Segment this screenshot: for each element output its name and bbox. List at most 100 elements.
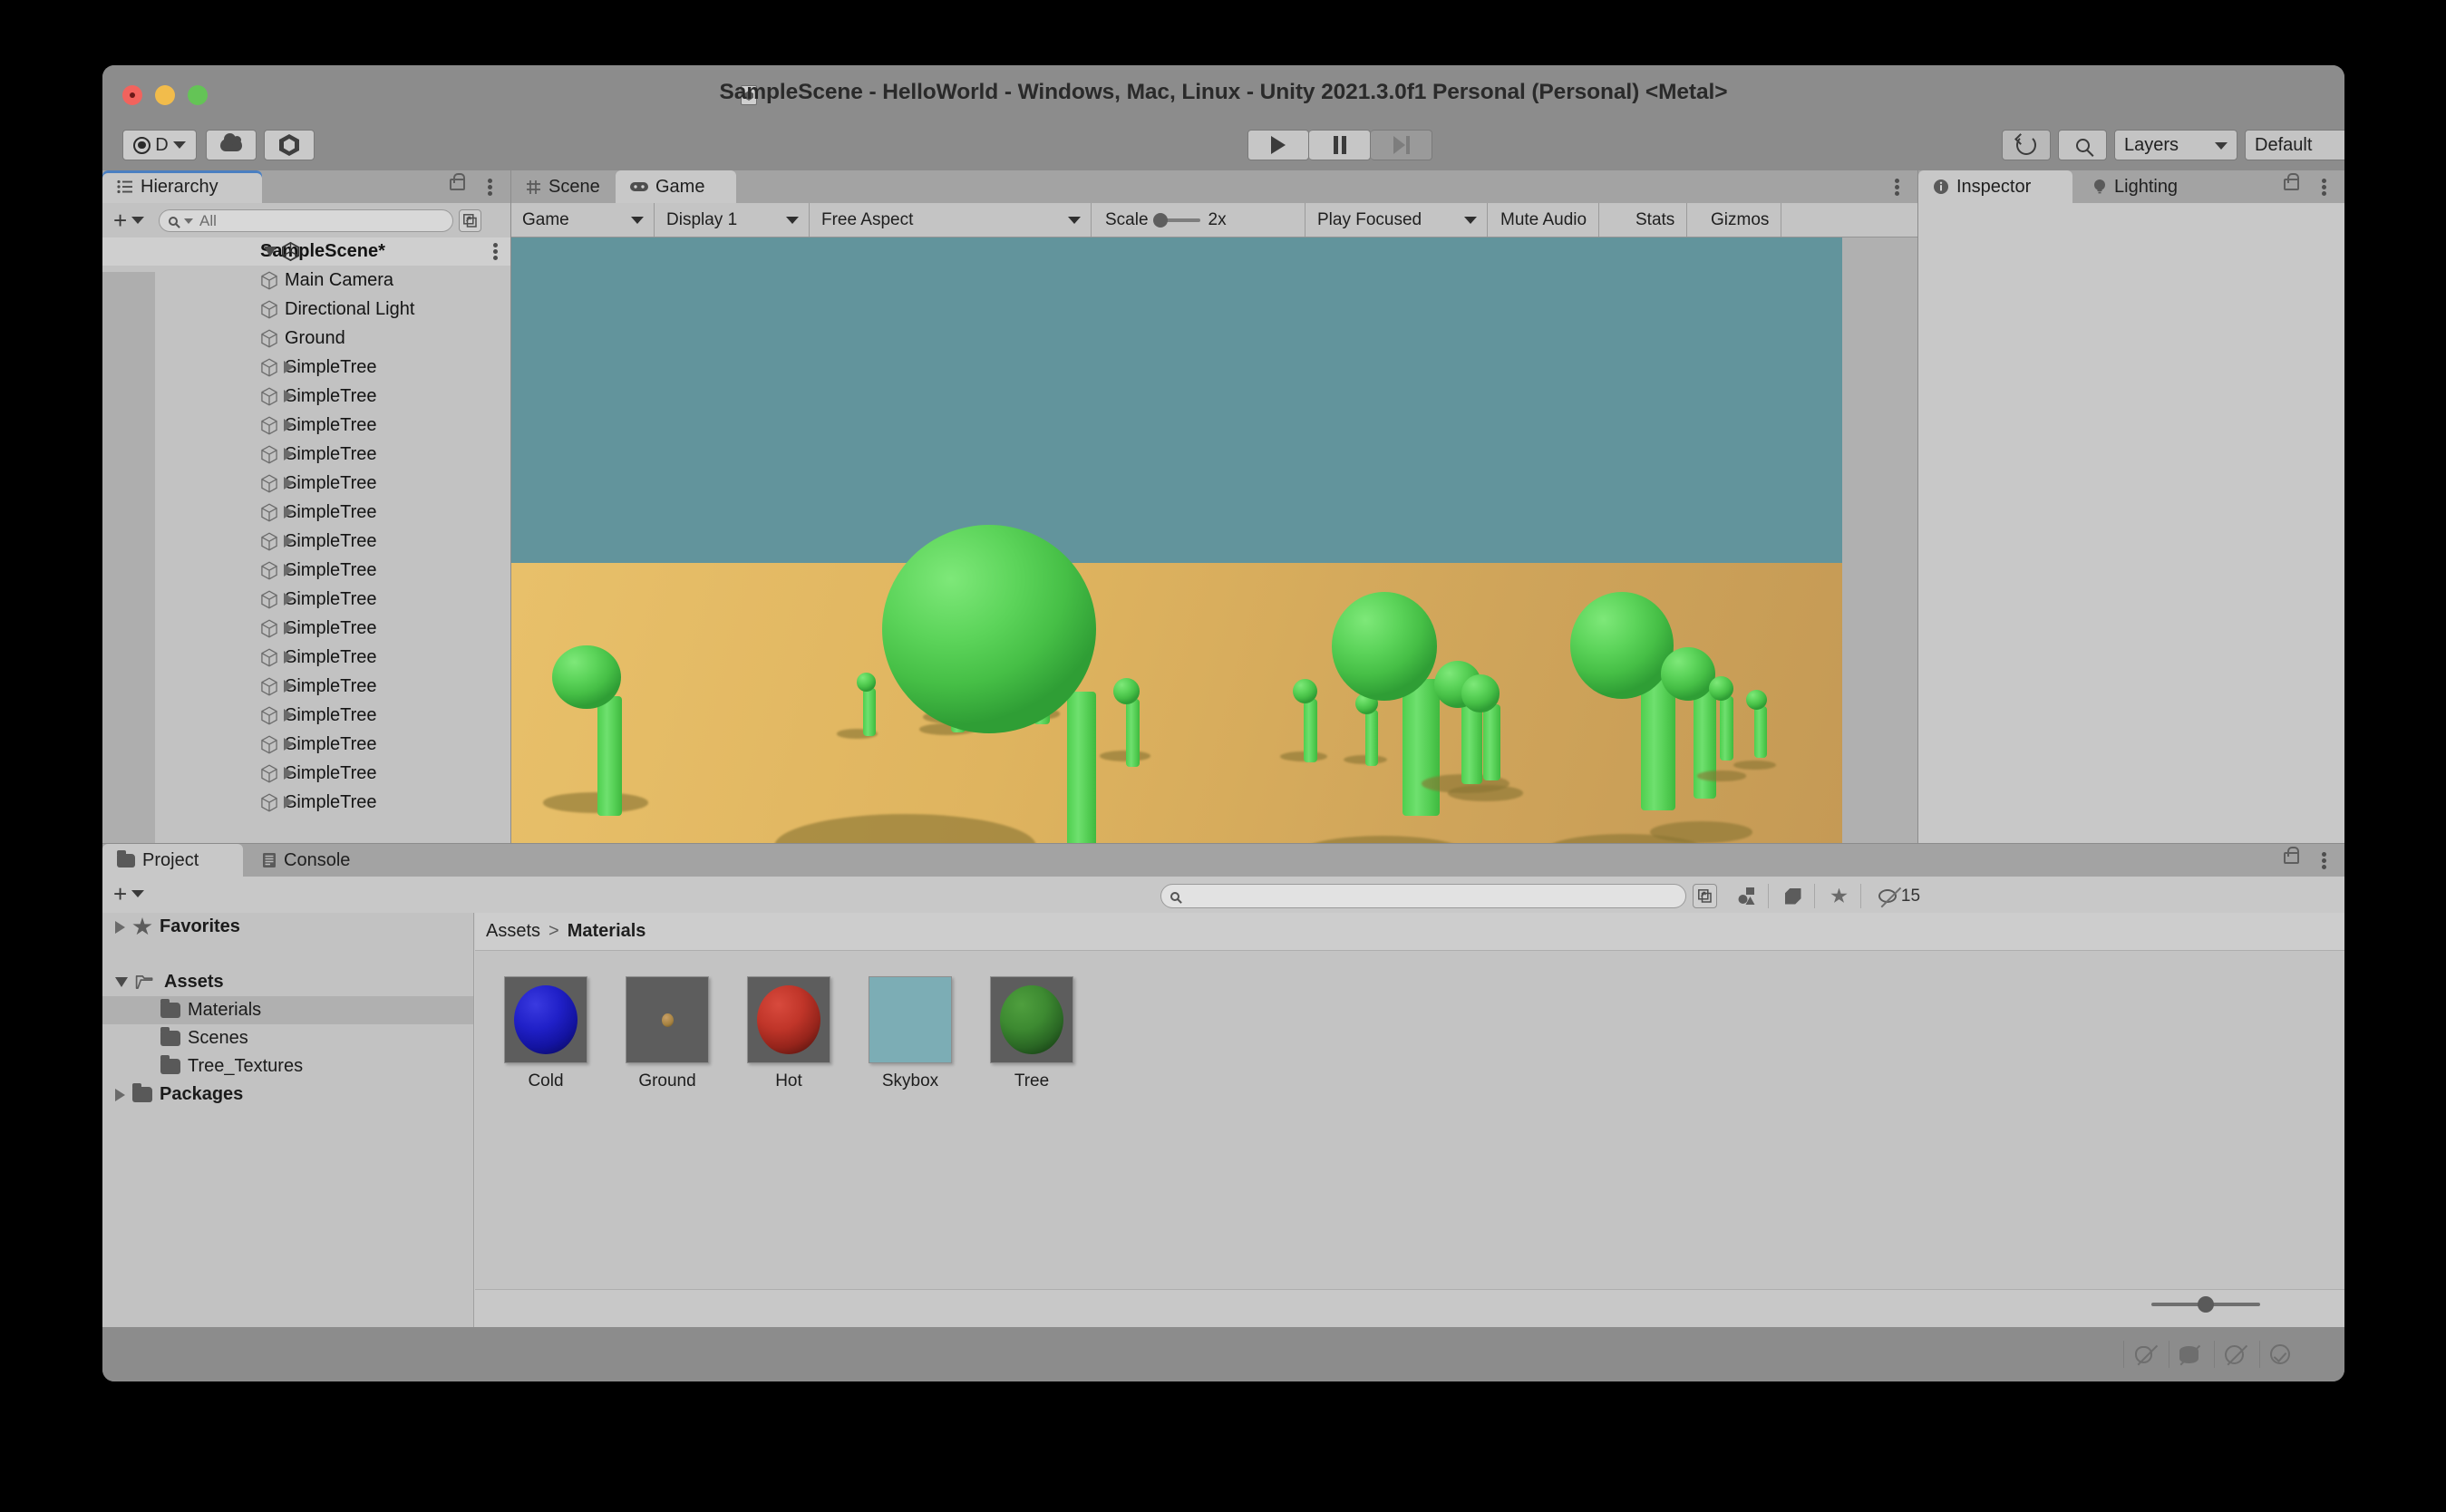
chevron-right-icon[interactable] [284,477,294,489]
hierarchy-item-simpletree[interactable]: SimpleTree [102,353,510,382]
hierarchy-item-simpletree[interactable]: SimpleTree [102,788,510,817]
hierarchy-item-simpletree[interactable]: SimpleTree [102,614,510,643]
account-button[interactable]: D [122,130,197,160]
hierarchy-item-simpletree[interactable]: SimpleTree [102,556,510,585]
project-tree-item-packages[interactable]: Packages [102,1081,473,1109]
hierarchy-search-input[interactable]: All [159,209,453,232]
tab-lighting[interactable]: Lighting [2078,170,2218,203]
hierarchy-search-expand-button[interactable] [459,209,481,232]
asset-item[interactable]: Skybox [861,976,959,1289]
tab-game[interactable]: Game [616,170,736,203]
status-ok-button[interactable] [2259,1341,2299,1368]
chevron-right-icon[interactable] [284,419,294,431]
cloud-button[interactable] [206,130,257,160]
kebab-menu-icon[interactable] [1895,179,1899,196]
stats-button[interactable]: Stats [1624,203,1688,237]
scale-slider-track[interactable] [1152,212,1200,228]
tab-project[interactable]: Project [102,844,243,877]
pause-button[interactable] [1309,130,1371,160]
chevron-right-icon[interactable] [284,680,294,693]
asset-thumbnail-frame[interactable] [747,976,830,1063]
asset-thumbnail-frame[interactable] [504,976,587,1063]
asset-thumbnail-frame[interactable] [990,976,1073,1063]
lock-icon[interactable] [2284,173,2299,190]
scale-slider-knob[interactable] [1152,212,1168,228]
filter-favorites-button[interactable] [1818,884,1861,908]
asset-item[interactable]: Hot [740,976,838,1289]
hierarchy-item-main-camera[interactable]: Main Camera [102,266,510,295]
asset-zoom-knob[interactable] [2198,1296,2214,1313]
asset-item[interactable]: Tree [983,976,1081,1289]
game-viewmode-dropdown[interactable]: Game [511,203,655,237]
layers-dropdown[interactable]: Layers [2114,130,2237,160]
chevron-right-icon[interactable] [284,535,294,548]
breadcrumb-root[interactable]: Assets [486,921,540,942]
asset-grid[interactable]: Cold Ground Hot Skybox Tree [475,952,2344,1289]
hierarchy-item-simpletree[interactable]: SimpleTree [102,440,510,469]
step-button[interactable] [1371,130,1432,160]
chevron-down-icon[interactable] [264,247,277,257]
hidden-assets-indicator[interactable]: 15 [1864,884,1935,908]
game-playmode-dropdown[interactable]: Play Focused [1306,203,1488,237]
chevron-right-icon[interactable] [284,767,294,780]
game-display-dropdown[interactable]: Display 1 [655,203,810,237]
kebab-menu-icon[interactable] [488,179,492,196]
hierarchy-list[interactable]: SampleScene* Main Camera Directional Ligh… [102,237,510,843]
project-add-button[interactable]: + [113,882,145,906]
project-tree-item-favorites[interactable]: Favorites [102,913,473,941]
hierarchy-item-simpletree[interactable]: SimpleTree [102,730,510,759]
kebab-menu-icon[interactable] [2322,179,2326,196]
global-search-button[interactable] [2058,130,2107,160]
project-search-expand-button[interactable] [1693,884,1717,908]
chevron-right-icon[interactable] [284,738,294,751]
project-tree-item-materials[interactable]: Materials [102,996,473,1024]
project-folder-tree[interactable]: Favorites Assets Materials Scenes Tree_Textu… [102,913,474,1327]
asset-thumbnail-frame[interactable] [626,976,709,1063]
filter-by-type-button[interactable] [1725,884,1769,908]
hierarchy-item-simpletree[interactable]: SimpleTree [102,382,510,411]
hierarchy-item-simpletree[interactable]: SimpleTree [102,643,510,672]
chevron-right-icon[interactable] [284,390,294,402]
hierarchy-item-simpletree[interactable]: SimpleTree [102,527,510,556]
asset-item[interactable]: Ground [618,976,716,1289]
mute-audio-button[interactable]: Mute Audio [1489,203,1600,237]
hierarchy-item-simpletree[interactable]: SimpleTree [102,498,510,527]
project-tree-item-scenes[interactable]: Scenes [102,1024,473,1052]
hierarchy-item-simpletree[interactable]: SimpleTree [102,469,510,498]
project-tree-item-assets[interactable]: Assets [102,968,473,996]
asset-item[interactable]: Cold [497,976,595,1289]
chevron-right-icon[interactable] [115,1088,125,1101]
project-search-input[interactable] [1160,884,1686,908]
hierarchy-item-simpletree[interactable]: SimpleTree [102,411,510,440]
chevron-right-icon[interactable] [284,564,294,577]
asset-zoom-slider[interactable] [2151,1296,2260,1313]
play-button[interactable] [1247,130,1309,160]
chevron-right-icon[interactable] [115,920,125,934]
chevron-down-icon[interactable] [115,977,128,987]
kebab-menu-icon[interactable] [2322,852,2326,869]
layout-dropdown[interactable]: Default [2245,130,2344,160]
hierarchy-item-directional-light[interactable]: Directional Light [102,295,510,324]
tab-hierarchy[interactable]: Hierarchy [102,170,262,203]
lock-icon[interactable] [450,173,465,190]
cache-server-button[interactable] [2169,1341,2208,1368]
game-scale-slider[interactable]: Scale 2x [1092,203,1306,237]
hierarchy-add-button[interactable]: + [113,208,145,232]
lock-icon[interactable] [2284,847,2299,864]
undo-history-button[interactable] [2002,130,2051,160]
hierarchy-item-simpletree[interactable]: SimpleTree [102,672,510,701]
kebab-menu-icon[interactable] [493,243,498,260]
chevron-right-icon[interactable] [284,593,294,606]
debug-toggle-button[interactable] [2123,1341,2163,1368]
hierarchy-item-simpletree[interactable]: SimpleTree [102,585,510,614]
collab-status-button[interactable] [2214,1341,2254,1368]
tab-inspector[interactable]: Inspector [1918,170,2072,203]
tab-scene[interactable]: Scene [511,170,616,203]
chevron-right-icon[interactable] [284,796,294,809]
hierarchy-item-simpletree[interactable]: SimpleTree [102,701,510,730]
chevron-right-icon[interactable] [284,361,294,373]
chevron-right-icon[interactable] [284,448,294,460]
game-aspect-dropdown[interactable]: Free Aspect [810,203,1092,237]
gizmos-button[interactable]: Gizmos [1699,203,1782,237]
project-tree-item-tree_textures[interactable]: Tree_Textures [102,1052,473,1081]
